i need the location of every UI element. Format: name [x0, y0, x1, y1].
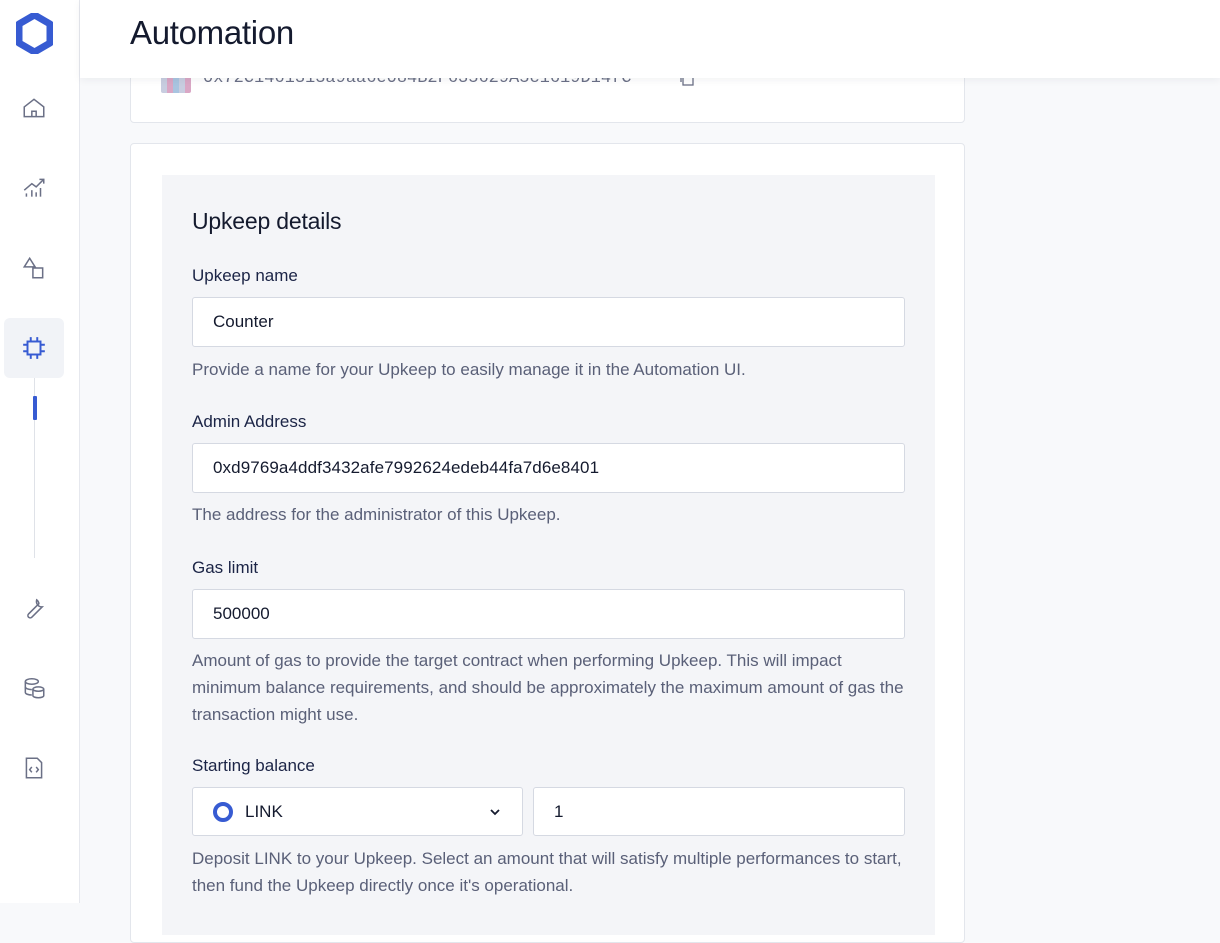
link-token-icon [213, 801, 233, 822]
chainlink-logo[interactable] [15, 11, 54, 56]
token-select[interactable]: LINK [192, 787, 523, 836]
chip-icon[interactable] [4, 318, 64, 378]
admin-address-input[interactable]: 0xd9769a4ddf3432afe7992624edeb44fa7d6e84… [192, 443, 905, 493]
database-icon[interactable] [4, 658, 64, 718]
chart-icon[interactable] [4, 158, 64, 218]
page-title: Automation [130, 14, 294, 51]
top-bar: Automation [80, 0, 1220, 78]
upkeep-form-card: Upkeep details Upkeep name Counter Provi… [130, 143, 965, 943]
token-select-value: LINK [245, 801, 283, 821]
home-icon[interactable] [4, 78, 64, 138]
gas-limit-label: Gas limit [192, 558, 259, 577]
upkeep-name-label: Upkeep name [192, 266, 298, 285]
admin-address-label: Admin Address [192, 412, 307, 431]
upkeep-details-panel: Upkeep details Upkeep name Counter Provi… [162, 175, 935, 935]
starting-balance-label: Starting balance [192, 756, 315, 775]
upkeep-name-help: Provide a name for your Upkeep to easily… [192, 360, 746, 379]
code-file-icon[interactable] [4, 738, 64, 798]
shapes-icon[interactable] [4, 238, 64, 298]
chevron-down-icon [490, 809, 500, 816]
sidebar [0, 0, 80, 903]
starting-balance-help: Deposit LINK to your Upkeep. Select an a… [192, 849, 902, 895]
section-title: Upkeep details [192, 208, 342, 234]
amount-input[interactable]: 1 [533, 787, 905, 836]
upkeep-name-input[interactable]: Counter [192, 297, 905, 347]
gas-limit-input[interactable]: 500000 [192, 589, 905, 639]
wrench-icon[interactable] [4, 578, 64, 638]
admin-address-help: The address for the administrator of thi… [192, 505, 561, 524]
gas-limit-help: Amount of gas to provide the target cont… [192, 651, 904, 724]
active-nav-indicator [33, 396, 37, 420]
